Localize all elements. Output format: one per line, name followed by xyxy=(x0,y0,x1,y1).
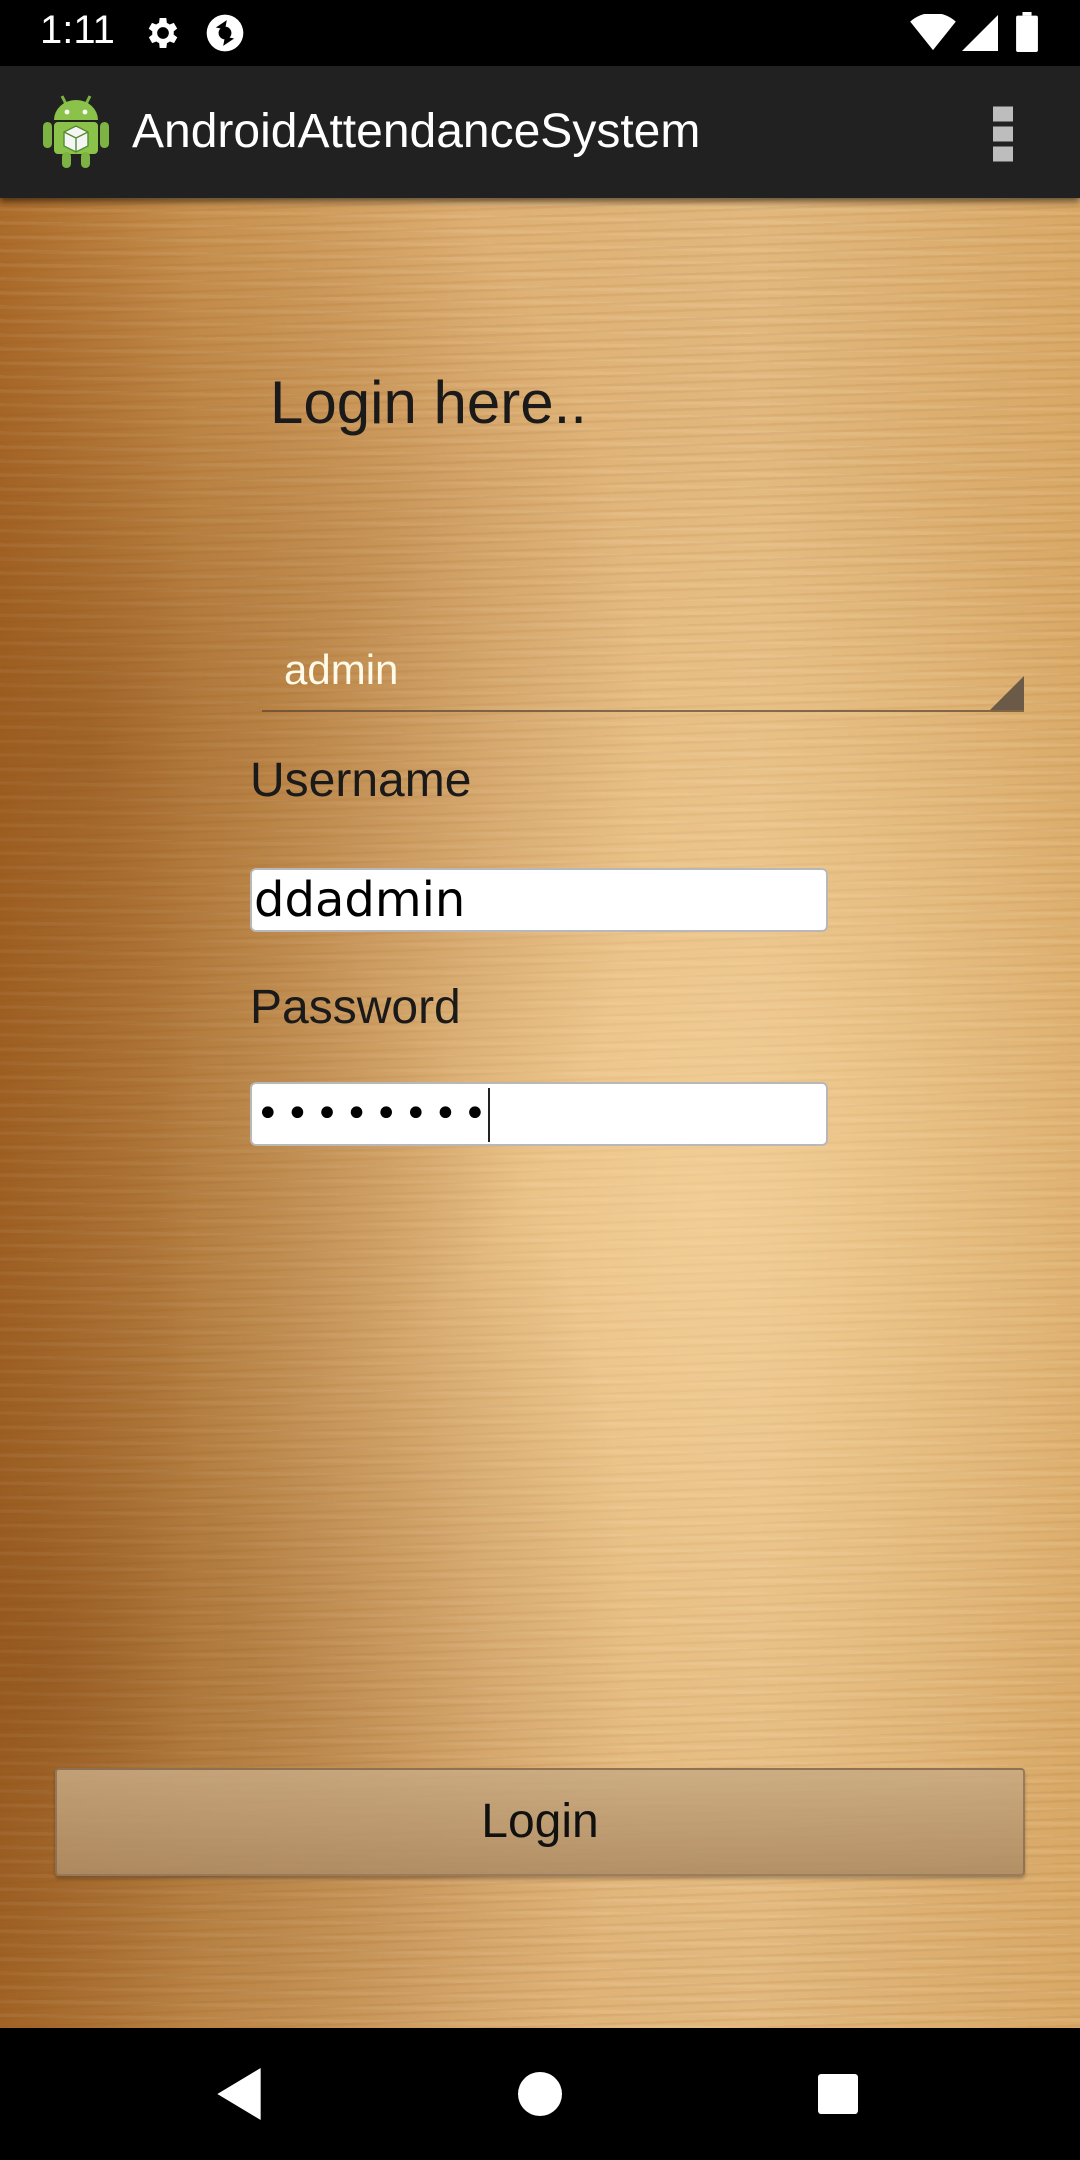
password-mask: •••••••• xyxy=(256,1091,493,1137)
recent-apps-icon[interactable] xyxy=(818,2074,858,2114)
dropdown-arrow-icon xyxy=(990,676,1024,710)
status-time: 1:11 xyxy=(40,8,115,52)
android-app-icon xyxy=(43,95,109,168)
gear-icon xyxy=(148,18,178,48)
app-title: AndroidAttendanceSystem xyxy=(132,105,701,158)
text-cursor xyxy=(488,1088,490,1142)
role-spinner-value: admin xyxy=(284,646,399,693)
navigation-bar xyxy=(0,2028,1080,2160)
login-button[interactable]: Login xyxy=(55,1768,1025,1876)
password-field[interactable]: •••••••• xyxy=(250,1082,828,1146)
action-bar: AndroidAttendanceSystem xyxy=(0,66,1080,198)
back-icon[interactable] xyxy=(216,2068,262,2120)
sync-icon xyxy=(206,14,244,52)
role-spinner[interactable]: admin xyxy=(262,638,1024,712)
password-label: Password xyxy=(250,981,461,1034)
status-bar: 1:11 xyxy=(0,0,1080,66)
home-icon[interactable] xyxy=(518,2072,562,2116)
username-label: Username xyxy=(250,754,472,807)
login-heading: Login here.. xyxy=(270,369,587,436)
username-field[interactable]: ddadmin xyxy=(250,868,828,932)
login-screen: Login here.. admin Username ddadmin Pass… xyxy=(0,198,1080,2028)
wifi-icon xyxy=(910,14,956,51)
battery-icon xyxy=(1016,12,1038,52)
overflow-menu-icon[interactable] xyxy=(993,104,1013,164)
cell-signal-icon xyxy=(962,15,998,51)
